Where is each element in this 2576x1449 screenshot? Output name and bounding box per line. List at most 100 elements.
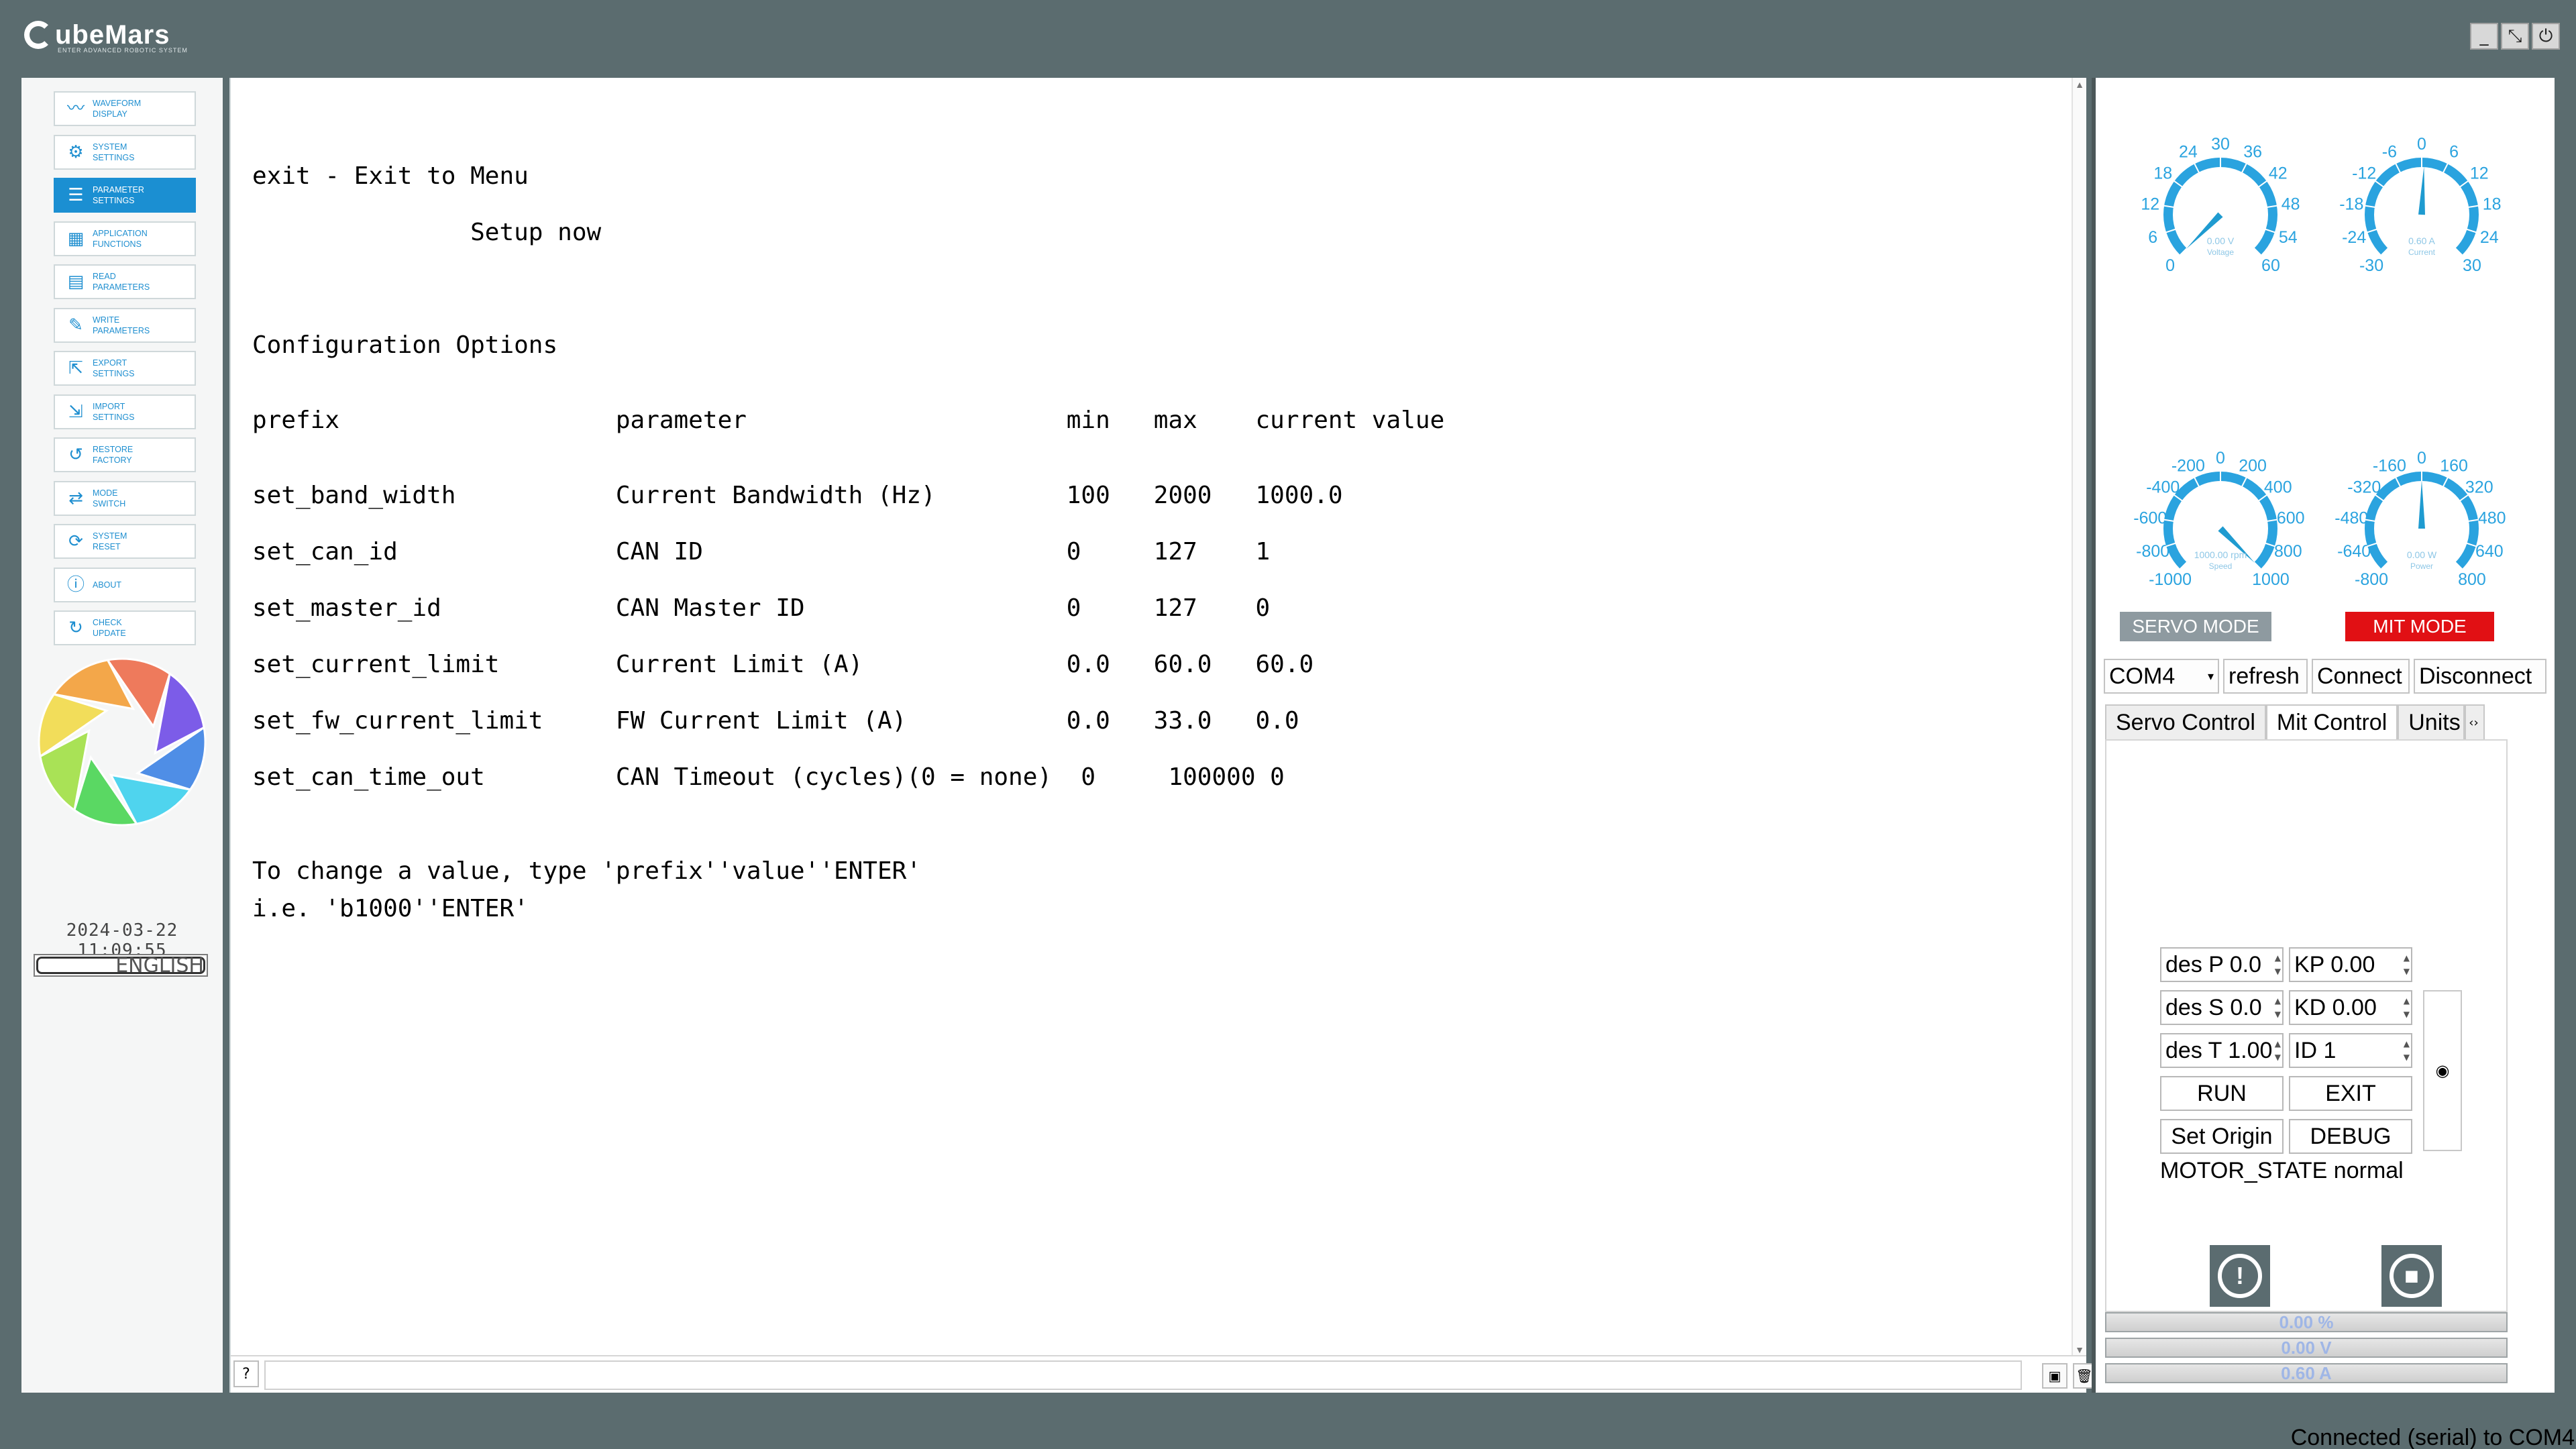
servo-mode-button[interactable]: SERVO MODE: [2120, 612, 2271, 641]
tab-scroll-icon[interactable]: ‹›: [2465, 704, 2485, 739]
sidebar-item-label: RESTORE FACTORY: [93, 445, 133, 465]
maximize-button[interactable]: ⤡: [2501, 23, 2529, 50]
gauge-tick-label: -160: [2373, 457, 2406, 476]
sidebar-item-label: MODE SWITCH: [93, 488, 126, 508]
sidebar-item-label: READ PARAMETERS: [93, 272, 150, 292]
set-origin-button[interactable]: Set Origin: [2160, 1119, 2284, 1154]
console-line: set_current_limit Current Limit (A) 0.0 …: [252, 651, 1314, 678]
sidebar-item-label: APPLICATION FUNCTIONS: [93, 228, 148, 249]
tab-servo-control[interactable]: Servo Control: [2105, 704, 2266, 739]
command-bar: ? ▣ 🗑: [231, 1355, 2096, 1393]
sidebar-item-write-parameters[interactable]: ✎ WRITE PARAMETERS: [54, 307, 196, 343]
alert-icon: !: [2218, 1254, 2262, 1298]
des-t-spinbox[interactable]: des T 1.00 ▲ ▼: [2160, 1033, 2284, 1068]
current-meter: 0.60 A: [2105, 1363, 2508, 1383]
write-icon: ✎: [68, 315, 83, 335]
scroll-down-icon[interactable]: ▼: [2073, 1343, 2086, 1356]
sidebar-item-check-update[interactable]: ↻ CHECK UPDATE: [54, 610, 196, 645]
sidebar-item-read-parameters[interactable]: ▤ READ PARAMETERS: [54, 264, 196, 299]
warning-button[interactable]: !: [2210, 1245, 2270, 1307]
kp-spinbox[interactable]: KP 0.00 ▲ ▼: [2289, 947, 2412, 982]
sidebar-item-import-settings[interactable]: ⇲ IMPORT SETTINGS: [54, 394, 196, 429]
sidebar-item-system-settings[interactable]: ⚙ SYSTEM SETTINGS: [54, 134, 196, 170]
gauge-tick-label: 0: [2216, 449, 2225, 468]
sidebar: 〰 WAVEFORM DISPLAY ⚙ SYSTEM SETTINGS ☰ PARAME…: [21, 78, 223, 1393]
control-tabs: Servo Control Mit Control Units ‹›: [2105, 704, 2485, 739]
app-logo: ubeMars ENTER ADVANCED ROBOTIC SYSTEM: [24, 17, 187, 54]
minimize-button[interactable]: _: [2470, 23, 2498, 50]
spin-arrows-icon[interactable]: ▲ ▼: [2275, 951, 2281, 978]
gauge-tick-label: -30: [2359, 256, 2383, 275]
connect-button[interactable]: Connect: [2312, 659, 2410, 694]
com-port-select[interactable]: COM4 ▾: [2104, 659, 2219, 694]
tab-units[interactable]: Units: [2398, 704, 2465, 739]
voltage-meter: 0.00 V: [2105, 1338, 2508, 1358]
window-controls: _ ⤡ ⏻: [2470, 23, 2560, 50]
tab-units-label: Units: [2408, 709, 2461, 735]
mit-mode-button[interactable]: MIT MODE: [2345, 612, 2494, 641]
aperture-logo: [38, 657, 207, 826]
scroll-up-icon[interactable]: ▲: [2073, 78, 2086, 91]
save-log-icon[interactable]: ▣: [2042, 1363, 2068, 1389]
stop-button[interactable]: ■: [2381, 1245, 2442, 1307]
sidebar-item-label: SYSTEM RESET: [93, 531, 127, 551]
id-spinbox[interactable]: ID 1 ▲ ▼: [2289, 1033, 2412, 1068]
spin-arrows-icon[interactable]: ▲ ▼: [2404, 994, 2410, 1021]
console-panel: exit - Exit to Menu Setup now Configurati…: [229, 78, 2096, 1393]
gauge-tick-label: -640: [2337, 542, 2371, 561]
gauge-tick-label: -800: [2136, 542, 2169, 561]
sidebar-item-label: ABOUT: [93, 580, 122, 590]
des-s-spinbox[interactable]: des S 0.0 ▲ ▼: [2160, 990, 2284, 1025]
gauge-tick-label: 60: [2261, 256, 2280, 275]
gauge-tick-label: 0: [2417, 135, 2426, 154]
gauge-label: Current: [2408, 248, 2436, 257]
gauge-tick-label: -600: [2133, 508, 2167, 527]
console-line: Setup now: [252, 219, 602, 246]
debug-button[interactable]: DEBUG: [2289, 1119, 2412, 1154]
sidebar-item-waveform-display[interactable]: 〰 WAVEFORM DISPLAY: [54, 91, 196, 126]
read-icon: ▤: [67, 272, 85, 292]
sidebar-item-system-reset[interactable]: ⟳ SYSTEM RESET: [54, 524, 196, 559]
sidebar-item-export-settings[interactable]: ⇱ EXPORT SETTINGS: [54, 351, 196, 386]
duty-meter: 0.00 %: [2105, 1312, 2508, 1332]
gauge-tick-label: 1000: [2252, 570, 2290, 589]
gauge-tick-label: -12: [2352, 164, 2376, 183]
command-input[interactable]: [264, 1360, 2022, 1390]
spin-arrows-icon[interactable]: ▲ ▼: [2275, 1037, 2281, 1064]
des-s-value: des S 0.0: [2165, 994, 2262, 1020]
run-button[interactable]: RUN: [2160, 1076, 2284, 1111]
refresh-button[interactable]: refresh: [2223, 659, 2308, 694]
voltage-gauge: 06 12 18 24 30 36 42 48 54 60 0.00 V Voltage: [2141, 135, 2300, 275]
waveform-icon: 〰: [66, 99, 85, 119]
exit-button[interactable]: EXIT: [2289, 1076, 2412, 1111]
sidebar-item-application-functions[interactable]: ▦ APPLICATION FUNCTIONS: [54, 221, 196, 256]
update-icon: ↻: [68, 618, 83, 638]
gauge-tick-label: -18: [2339, 195, 2363, 213]
target-icon[interactable]: ◉: [2423, 990, 2462, 1151]
sidebar-item-parameter-settings[interactable]: ☰ PARAMETER SETTINGS: [54, 178, 196, 213]
gauge-tick-label: 640: [2475, 542, 2504, 561]
power-gauge: -800 -640 -480 -320 -160 0 160 320 480 640 800 0.00…: [2334, 449, 2506, 589]
spin-arrows-icon[interactable]: ▲ ▼: [2404, 1037, 2410, 1064]
console-line: set_can_time_out CAN Timeout (cycles)(0 …: [252, 763, 1285, 791]
sidebar-item-mode-switch[interactable]: ⇄ MODE SWITCH: [54, 480, 196, 516]
kd-value: KD 0.00: [2294, 994, 2377, 1020]
logo-subtitle: ENTER ADVANCED ROBOTIC SYSTEM: [58, 47, 188, 54]
console-scrollbar[interactable]: ▲ ▼: [2072, 78, 2086, 1356]
restore-icon: ↺: [68, 445, 83, 465]
kd-spinbox[interactable]: KD 0.00 ▲ ▼: [2289, 990, 2412, 1025]
spin-arrows-icon[interactable]: ▲ ▼: [2275, 994, 2281, 1021]
power-button[interactable]: ⏻: [2532, 23, 2560, 50]
des-p-spinbox[interactable]: des P 0.0 ▲ ▼: [2160, 947, 2284, 982]
tab-mit-control[interactable]: Mit Control: [2265, 704, 2398, 739]
sidebar-item-about[interactable]: ⓘ ABOUT: [54, 567, 196, 602]
language-toggle[interactable]: ENGLISH: [34, 954, 208, 977]
sidebar-item-restore-factory[interactable]: ↺ RESTORE FACTORY: [54, 437, 196, 472]
gauge-label: Power: [2410, 561, 2433, 571]
disconnect-button[interactable]: Disconnect: [2414, 659, 2546, 694]
switch-icon: ⇄: [68, 488, 83, 508]
spin-arrows-icon[interactable]: ▲ ▼: [2404, 951, 2410, 978]
gauge-tick-label: 600: [2277, 508, 2305, 527]
speed-gauge: -1000 -800 -600 -400 -200 0 200 400 600 800 1000 10…: [2133, 449, 2305, 589]
help-icon[interactable]: ?: [233, 1360, 259, 1387]
